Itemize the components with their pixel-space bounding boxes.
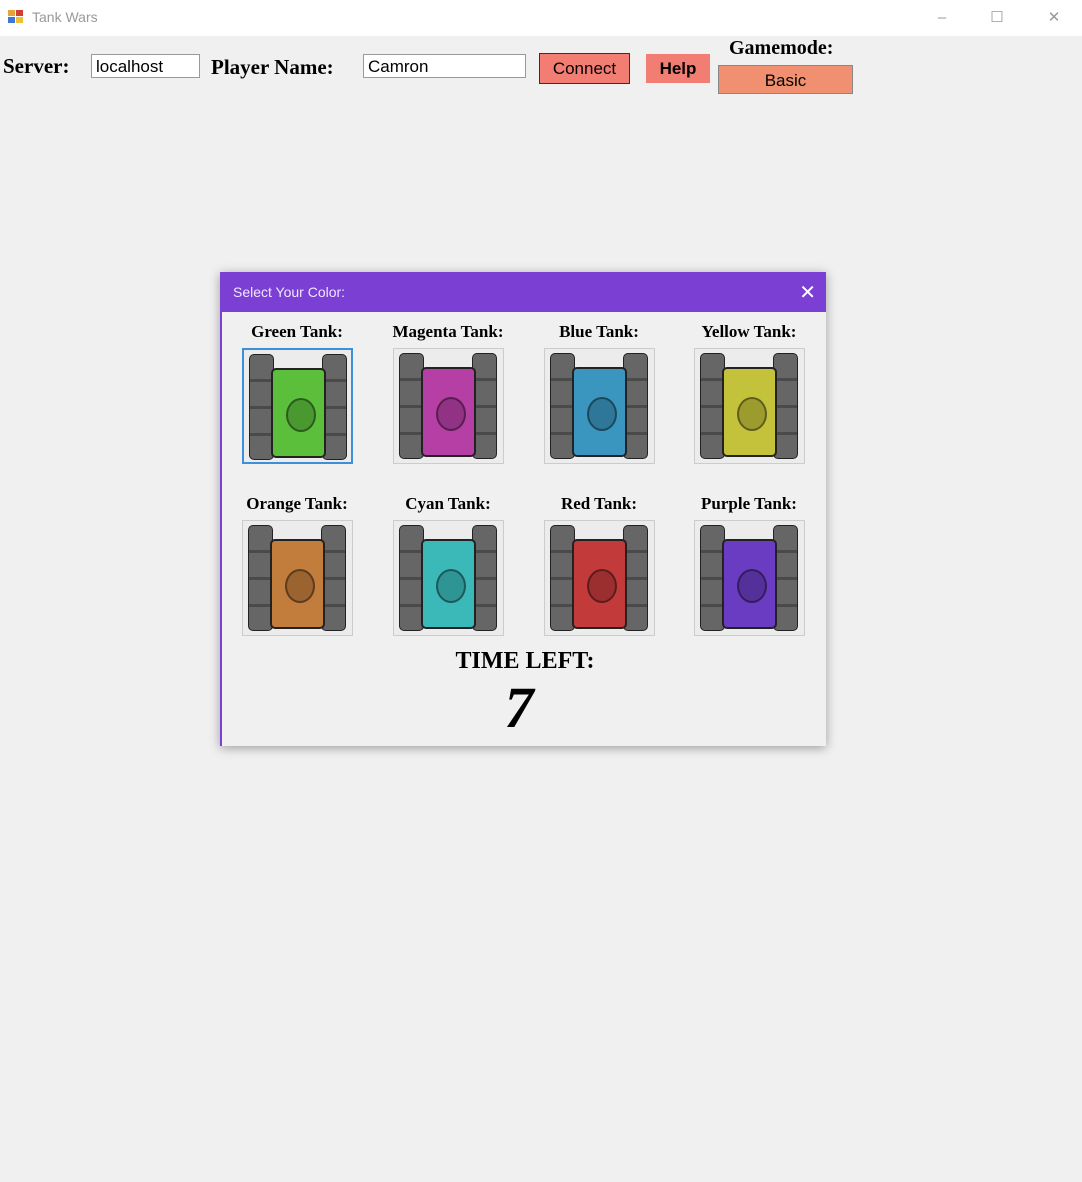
tank-body-icon: [722, 539, 777, 629]
color-select-dialog: Select Your Color: ✕ Green Tank: Magenta …: [220, 272, 826, 746]
server-label: Server:: [3, 54, 70, 78]
minimize-button[interactable]: –: [922, 6, 962, 30]
magenta-tank-label: Magenta Tank:: [392, 322, 504, 341]
window-title: Tank Wars: [32, 9, 98, 25]
turret-icon: [285, 569, 315, 603]
turret-icon: [587, 569, 617, 603]
yellow-tank-button[interactable]: [694, 348, 805, 464]
gamemode-button[interactable]: Basic: [718, 65, 853, 94]
turret-icon: [286, 398, 316, 432]
cyan-tank-label: Cyan Tank:: [405, 494, 491, 513]
purple-tank-button[interactable]: [694, 520, 805, 636]
player-name-input[interactable]: Camron: [363, 54, 526, 78]
time-left-label: TIME LEFT:: [455, 648, 595, 674]
blue-tank-button[interactable]: [544, 348, 655, 464]
dialog-title: Select Your Color:: [233, 284, 346, 300]
tank-body-icon: [421, 367, 476, 457]
turret-icon: [737, 397, 767, 431]
maximize-button[interactable]: ☐: [977, 6, 1017, 30]
green-tank-button[interactable]: [242, 348, 353, 464]
orange-tank-button[interactable]: [242, 520, 353, 636]
cyan-tank-button[interactable]: [393, 520, 504, 636]
tank-body-icon: [421, 539, 476, 629]
tank-body-icon: [270, 539, 325, 629]
purple-tank-label: Purple Tank:: [701, 494, 797, 513]
dialog-close-icon[interactable]: ✕: [799, 280, 816, 305]
tank-body-icon: [271, 368, 326, 458]
red-tank-button[interactable]: [544, 520, 655, 636]
blue-tank-label: Blue Tank:: [559, 322, 639, 341]
dialog-header: Select Your Color: ✕: [220, 272, 826, 312]
turret-icon: [436, 397, 466, 431]
close-button[interactable]: ✕: [1034, 6, 1074, 30]
orange-tank-label: Orange Tank:: [246, 494, 348, 513]
help-button[interactable]: Help: [646, 54, 710, 83]
server-input[interactable]: localhost: [91, 54, 200, 78]
tank-body-icon: [572, 539, 627, 629]
turret-icon: [587, 397, 617, 431]
time-left-value: 7: [504, 675, 534, 740]
gamemode-label: Gamemode:: [729, 37, 834, 59]
red-tank-label: Red Tank:: [560, 494, 638, 513]
green-tank-label: Green Tank:: [251, 322, 343, 341]
app-icon: [8, 10, 24, 24]
tank-body-icon: [572, 367, 627, 457]
player-name-label: Player Name:: [211, 55, 334, 79]
title-bar: Tank Wars – ☐ ✕: [0, 0, 1082, 36]
yellow-tank-label: Yellow Tank:: [701, 322, 797, 341]
tank-body-icon: [722, 367, 777, 457]
connect-button[interactable]: Connect: [539, 53, 630, 84]
turret-icon: [737, 569, 767, 603]
magenta-tank-button[interactable]: [393, 348, 504, 464]
turret-icon: [436, 569, 466, 603]
